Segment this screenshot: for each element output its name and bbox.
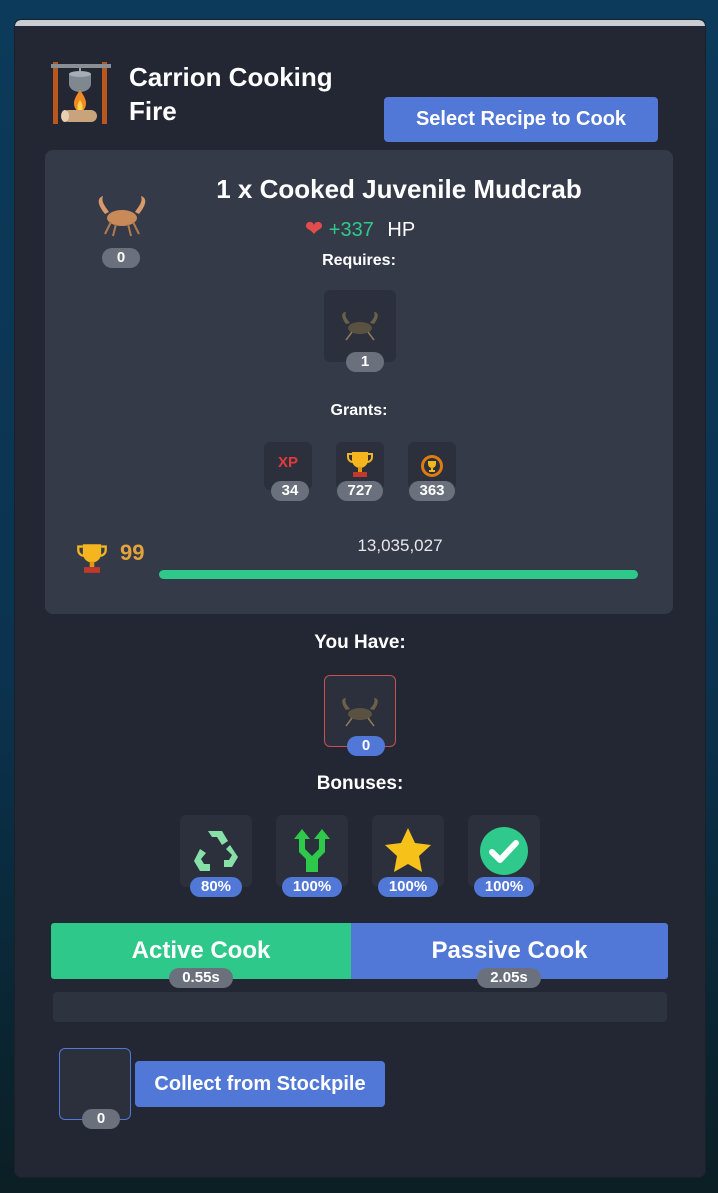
campfire-cooking-pot-icon [51, 62, 111, 124]
station-title: Carrion Cooking Fire [129, 62, 333, 126]
cook-progress-bar [53, 992, 667, 1022]
cooking-fire-panel: Carrion Cooking Fire Select Recipe to Co… [15, 20, 705, 1177]
xp-icon: XP [277, 454, 298, 471]
bonuses-label: Bonuses: [316, 773, 404, 794]
bonus-check-value: 100% [474, 877, 534, 897]
grant-xp-count: 34 [271, 481, 309, 501]
bonus-double-value: 100% [282, 877, 342, 897]
xp-progress-bar [159, 570, 638, 579]
header: Carrion Cooking Fire Select Recipe to Co… [49, 60, 689, 142]
star-icon [385, 828, 431, 872]
skill-level: 99 [120, 540, 145, 565]
dish-count-badge: 0 [102, 248, 140, 268]
raw-mudcrab-icon [342, 698, 378, 727]
requires-label: Requires: [322, 252, 396, 269]
recycle-icon [194, 831, 238, 871]
heart-icon: ❤ [304, 216, 324, 241]
hp-label: HP [387, 219, 416, 241]
grant-trophy-coin-count: 363 [409, 481, 455, 501]
bonus-star-value: 100% [378, 877, 438, 897]
select-recipe-button[interactable]: Select Recipe to Cook [384, 97, 658, 142]
required-count-badge: 1 [346, 352, 384, 372]
trophy-coin-icon [421, 455, 443, 477]
raw-mudcrab-icon [342, 312, 378, 341]
recipe-title: 1 x Cooked Juvenile Mudcrab [216, 174, 582, 204]
stockpile-count-badge: 0 [82, 1109, 120, 1129]
collect-stockpile-button[interactable]: Collect from Stockpile [135, 1061, 385, 1107]
level-trophy-icon [77, 544, 107, 573]
inventory-count-badge: 0 [347, 736, 385, 756]
xp-total: 13,035,027 [357, 536, 443, 555]
checkmark-icon [480, 827, 528, 875]
recipe-card: 0 1 x Cooked Juvenile Mudcrab ❤ +337 HP … [45, 150, 673, 614]
you-have-label: You Have: [314, 632, 406, 653]
trophy-icon [347, 452, 373, 477]
cooked-mudcrab-icon [98, 196, 146, 237]
hp-value: +337 [328, 219, 374, 241]
double-arrow-icon [294, 829, 330, 872]
grants-label: Grants: [330, 402, 388, 419]
passive-cook-time: 2.05s [477, 968, 541, 988]
cook-buttons: Active Cook Passive Cook [51, 923, 668, 979]
grant-trophy-count: 727 [337, 481, 383, 501]
hp-gain: ❤ +337 HP [225, 216, 495, 242]
bonus-recycle-value: 80% [190, 877, 242, 897]
active-cook-time: 0.55s [169, 968, 233, 988]
